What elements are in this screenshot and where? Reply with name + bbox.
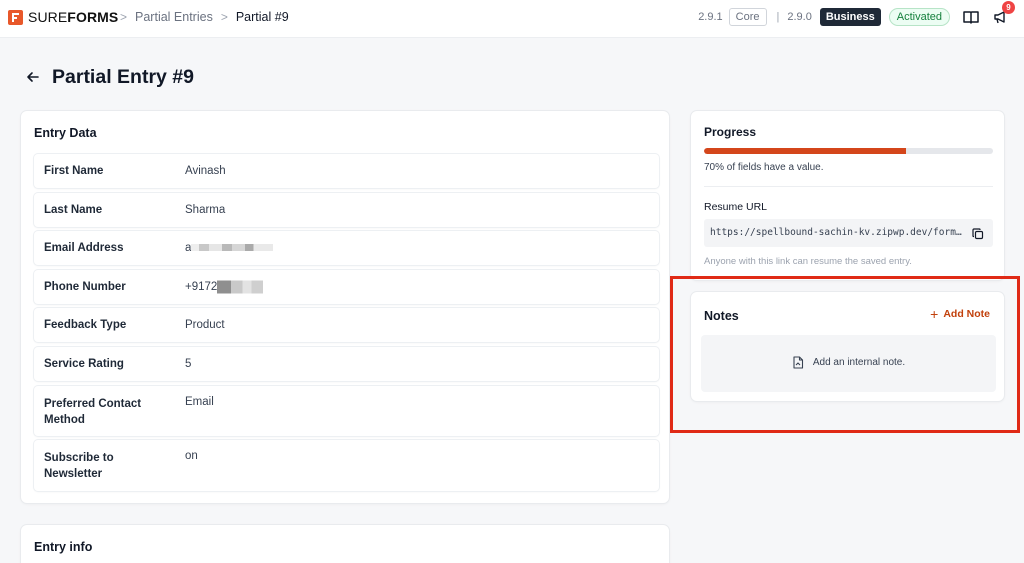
field-label: Phone Number — [44, 281, 126, 293]
breadcrumb: > Partial Entries > Partial #9 — [112, 10, 289, 24]
entry-data-title: Entry Data — [34, 126, 97, 140]
redacted-blur — [191, 244, 274, 252]
progress-bar-fill — [704, 148, 907, 154]
field-label: Feedback Type — [44, 319, 127, 331]
progress-title: Progress — [704, 125, 757, 139]
resume-url-box: https://spellbound-sachin-kv.zipwp.dev/f… — [704, 219, 993, 247]
progress-text: 70% of fields have a value. — [704, 162, 824, 173]
entry-row-subscribe: Subscribe to Newsletter on — [34, 440, 659, 491]
business-version: 2.9.0 — [787, 11, 812, 23]
redacted-blur — [217, 280, 264, 294]
notes-card: Notes + Add Note Add an internal note. — [690, 291, 1005, 402]
core-version: 2.9.1 — [698, 11, 723, 23]
entry-info-card: Entry info — [20, 524, 670, 563]
breadcrumb-partial-entries[interactable]: Partial Entries — [135, 10, 213, 24]
field-label: Preferred Contact Method — [44, 398, 142, 426]
field-value: on — [185, 450, 198, 462]
chevron-right-icon: > — [220, 10, 228, 24]
field-value: Sharma — [185, 204, 226, 216]
notes-empty-state: Add an internal note. — [701, 335, 996, 392]
entry-data-card: Entry Data First Name Avinash Last Name … — [20, 110, 670, 504]
brand-name: SUREFORMS — [28, 9, 119, 25]
field-value-phone: +9172 — [185, 280, 264, 294]
docs-book-icon[interactable] — [962, 8, 980, 26]
breadcrumb-current: Partial #9 — [235, 10, 289, 24]
plus-icon: + — [930, 306, 939, 322]
field-label: Subscribe to Newsletter — [44, 452, 114, 480]
note-document-icon — [792, 356, 804, 369]
entry-row-feedback-type: Feedback Type Product — [34, 308, 659, 342]
entry-row-email: Email Address a — [34, 231, 659, 265]
field-label: Service Rating — [44, 358, 124, 370]
top-bar: SUREFORMS > Partial Entries > Partial #9… — [0, 0, 1024, 38]
entry-row-preferred-contact: Preferred Contact Method Email — [34, 386, 659, 436]
entry-row-service-rating: Service Rating 5 — [34, 347, 659, 381]
core-badge: Core — [728, 8, 767, 26]
entry-row-last-name: Last Name Sharma — [34, 193, 659, 227]
notes-title: Notes — [704, 309, 739, 323]
entry-info-title: Entry info — [34, 540, 93, 554]
notes-empty-text: Add an internal note. — [812, 357, 906, 368]
chevron-right-icon: > — [120, 10, 128, 24]
page-title: Partial Entry #9 — [52, 66, 194, 88]
field-label: First Name — [44, 165, 104, 177]
add-note-button[interactable]: + Add Note — [930, 306, 990, 322]
divider: | — [776, 11, 780, 23]
copy-icon[interactable] — [972, 227, 984, 240]
resume-url-text: https://spellbound-sachin-kv.zipwp.dev/f… — [710, 227, 962, 238]
resume-url-title: Resume URL — [704, 201, 768, 213]
field-label: Email Address — [44, 242, 124, 254]
header-actions: 2.9.1 Core | 2.9.0 Business Activated 9 — [698, 1, 1015, 26]
business-badge: Business — [819, 8, 881, 26]
resume-url-hint: Anyone with this link can resume the sav… — [704, 256, 912, 267]
field-value: Avinash — [185, 165, 226, 177]
add-note-label: Add Note — [943, 308, 990, 320]
back-arrow-icon[interactable] — [24, 66, 42, 86]
announcement-megaphone-icon[interactable]: 9 — [992, 1, 1015, 26]
field-value: Email — [185, 396, 214, 408]
progress-bar — [704, 148, 993, 154]
entry-row-phone: Phone Number +9172 — [34, 270, 659, 304]
sureforms-logo[interactable]: SUREFORMS — [8, 9, 118, 25]
activated-badge: Activated — [888, 8, 950, 26]
field-value: 5 — [185, 358, 192, 370]
divider — [704, 186, 993, 187]
field-value: Product — [185, 319, 225, 331]
field-label: Last Name — [44, 204, 103, 216]
entry-row-first-name: First Name Avinash — [34, 154, 659, 188]
notification-badge: 9 — [1002, 1, 1015, 14]
field-value-email: a — [185, 242, 274, 254]
progress-card: Progress 70% of fields have a value. Res… — [690, 110, 1005, 281]
sureforms-logo-icon — [8, 9, 23, 25]
